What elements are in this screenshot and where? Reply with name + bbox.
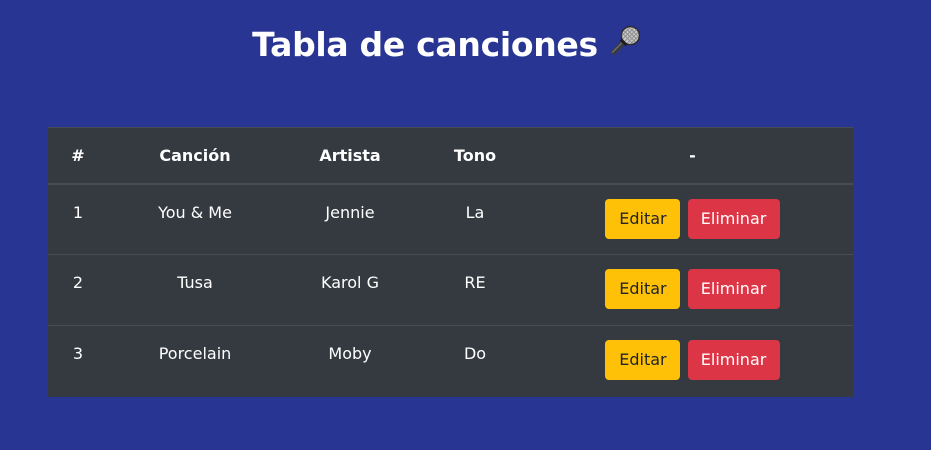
cell-key: RE: [464, 273, 486, 292]
table-body: 1 You & Me Jennie La Editar Eliminar 2 T…: [48, 183, 853, 397]
header-actions: -: [532, 127, 853, 185]
delete-button[interactable]: Eliminar: [687, 340, 780, 380]
songs-table: # Canción Artista Tono - 1 You & Me Jenn…: [48, 127, 853, 397]
cell-song: Porcelain: [158, 344, 232, 363]
edit-button[interactable]: Editar: [605, 269, 681, 309]
cell-artist: Karol G: [321, 273, 379, 292]
cell-actions: Editar Eliminar: [532, 255, 853, 326]
page-title-text: Tabla de canciones: [252, 25, 598, 64]
cell-artist: Moby: [328, 344, 372, 363]
edit-button[interactable]: Editar: [605, 198, 681, 239]
table-row: 2 Tusa Karol G RE Editar Eliminar: [48, 254, 853, 326]
cell-actions: Editar Eliminar: [532, 326, 853, 397]
table-row: 3 Porcelain Moby Do Editar Eliminar: [48, 325, 853, 397]
cell-artist: Jennie: [325, 202, 375, 222]
page-title: Tabla de canciones: [0, 22, 896, 64]
cell-song: Tusa: [177, 273, 213, 292]
cell-song: You & Me: [158, 202, 232, 222]
cell-number: 3: [72, 344, 84, 363]
microphone-icon: [610, 25, 640, 55]
header-number: #: [48, 127, 108, 185]
header-song: Canción: [108, 127, 282, 185]
header-row: # Canción Artista Tono -: [48, 127, 853, 185]
cell-number: 2: [72, 273, 84, 292]
table-row: 1 You & Me Jennie La Editar Eliminar: [48, 183, 853, 255]
table-header: # Canción Artista Tono -: [48, 127, 853, 185]
cell-key: Do: [463, 344, 487, 363]
delete-button[interactable]: Eliminar: [687, 269, 780, 309]
header-artist: Artista: [282, 127, 418, 185]
cell-key: La: [465, 202, 485, 222]
cell-actions: Editar Eliminar: [532, 184, 853, 255]
header-key: Tono: [418, 127, 532, 185]
delete-button[interactable]: Eliminar: [687, 198, 780, 239]
edit-button[interactable]: Editar: [605, 340, 681, 380]
page: Tabla de canciones # Canción Artista Ton…: [0, 0, 931, 450]
cell-number: 1: [72, 202, 84, 222]
